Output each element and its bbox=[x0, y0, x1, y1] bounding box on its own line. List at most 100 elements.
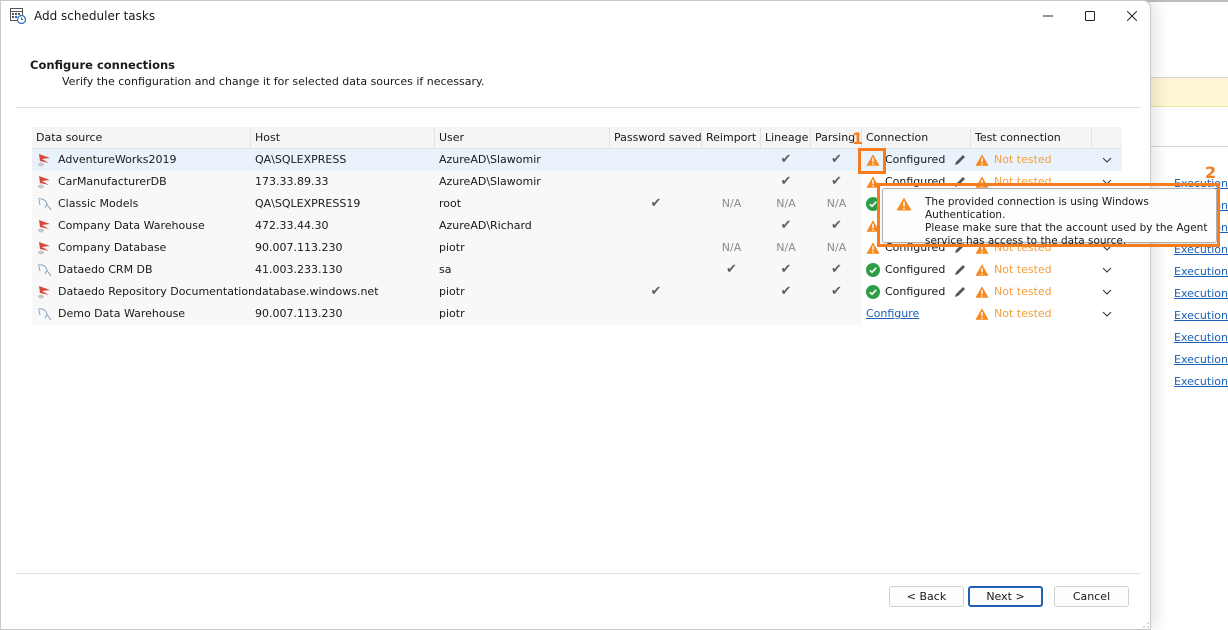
user-value: AzureAD\Slawomir bbox=[439, 153, 541, 166]
col-expand-header[interactable] bbox=[1092, 127, 1122, 149]
table-row[interactable]: Dataedo Repository Documentation database… bbox=[32, 281, 1122, 303]
resize-grip-icon[interactable] bbox=[1142, 621, 1150, 629]
lineage-value: N/A bbox=[776, 197, 796, 210]
background-executions-link[interactable]: Executions bbox=[1174, 353, 1228, 366]
data-source-cell: Demo Data Warehouse bbox=[32, 303, 251, 325]
password-saved-cell bbox=[610, 171, 702, 193]
table-row[interactable]: AdventureWorks2019 QA\SQLEXPRESS AzureAD\S… bbox=[32, 149, 1122, 171]
data-source-cell: AdventureWorks2019 bbox=[32, 149, 251, 171]
cancel-button[interactable]: Cancel bbox=[1054, 586, 1129, 607]
parsing-cell: ✔ bbox=[811, 149, 862, 171]
col-reimport-header[interactable]: Reimport bbox=[702, 127, 761, 149]
parsing-value: ✔ bbox=[831, 284, 842, 299]
connection-cell: Configure bbox=[862, 303, 971, 325]
background-executions-link[interactable]: Executions bbox=[1174, 375, 1228, 388]
success-check-icon bbox=[866, 263, 880, 277]
next-button[interactable]: Next > bbox=[968, 586, 1043, 607]
test-warning-icon bbox=[975, 154, 989, 166]
host-value: 90.007.113.230 bbox=[255, 307, 343, 320]
host-value: 173.33.89.33 bbox=[255, 175, 329, 188]
lineage-value: ✔ bbox=[780, 174, 792, 189]
user-value: sa bbox=[439, 263, 452, 276]
close-button[interactable] bbox=[1109, 1, 1155, 31]
sql-server-icon bbox=[38, 176, 50, 189]
host-cell: 90.007.113.230 bbox=[251, 303, 435, 325]
page-heading: Configure connections bbox=[30, 58, 176, 72]
reimport-cell bbox=[702, 303, 761, 325]
parsing-cell: N/A bbox=[811, 237, 862, 259]
table-row[interactable]: Dataedo CRM DB 41.003.233.130 sa ✔ ✔ ✔ Configu… bbox=[32, 259, 1122, 281]
table-row[interactable]: Demo Data Warehouse 90.007.113.230 piotr Co… bbox=[32, 303, 1122, 325]
background-executions-link[interactable]: Executions bbox=[1174, 287, 1228, 300]
host-cell: QA\SQLEXPRESS bbox=[251, 149, 435, 171]
reimport-cell: ✔ bbox=[702, 259, 761, 281]
reimport-cell: N/A bbox=[702, 193, 761, 215]
data-source-name: Dataedo CRM DB bbox=[58, 263, 153, 276]
test-connection-status: Not tested bbox=[994, 263, 1052, 276]
col-user-header[interactable]: User bbox=[435, 127, 610, 149]
test-warning-icon bbox=[975, 264, 989, 276]
background-executions-link[interactable]: Executions bbox=[1174, 331, 1228, 344]
parsing-value: N/A bbox=[826, 241, 847, 254]
host-cell: database.windows.net bbox=[251, 281, 435, 303]
connection-status-text: Configured bbox=[885, 153, 946, 166]
chevron-down-icon[interactable] bbox=[1102, 287, 1112, 297]
parsing-value: ✔ bbox=[831, 174, 842, 189]
mysql-icon bbox=[37, 198, 52, 211]
lineage-cell: N/A bbox=[761, 237, 811, 259]
annotation-box-1 bbox=[858, 148, 886, 174]
password-saved-cell bbox=[610, 237, 702, 259]
chevron-down-icon[interactable] bbox=[1102, 309, 1112, 319]
minimize-icon bbox=[1043, 15, 1053, 17]
scheduler-calendar-icon bbox=[10, 8, 26, 24]
password-saved-cell: ✔ bbox=[610, 281, 702, 303]
expand-cell bbox=[1092, 281, 1122, 303]
col-host-header[interactable]: Host bbox=[251, 127, 435, 149]
chevron-down-icon[interactable] bbox=[1102, 155, 1112, 165]
edit-connection-pencil-icon[interactable] bbox=[953, 263, 967, 277]
col-lineage-header[interactable]: Lineage bbox=[761, 127, 811, 149]
test-connection-cell: Not tested bbox=[971, 149, 1092, 171]
sql-server-icon bbox=[38, 154, 50, 167]
data-source-name: CarManufacturerDB bbox=[58, 175, 167, 188]
user-value: piotr bbox=[439, 307, 465, 320]
host-cell: 90.007.113.230 bbox=[251, 237, 435, 259]
reimport-cell bbox=[702, 215, 761, 237]
user-value: AzureAD\Slawomir bbox=[439, 175, 541, 188]
lineage-cell: ✔ bbox=[761, 215, 811, 237]
back-button[interactable]: < Back bbox=[889, 586, 964, 607]
user-cell: AzureAD\Richard bbox=[435, 215, 610, 237]
parsing-value: ✔ bbox=[831, 218, 842, 233]
password-saved-value: ✔ bbox=[650, 196, 662, 211]
expand-cell bbox=[1092, 149, 1122, 171]
data-source-name: Company Database bbox=[58, 241, 167, 254]
page-subheading: Verify the configuration and change it f… bbox=[62, 75, 485, 88]
parsing-cell: ✔ bbox=[811, 171, 862, 193]
user-cell: piotr bbox=[435, 237, 610, 259]
background-executions-link[interactable]: Executions bbox=[1174, 309, 1228, 322]
background-executions-link[interactable]: Executions bbox=[1174, 265, 1228, 278]
configure-connection-link[interactable]: Configure bbox=[866, 303, 919, 325]
minimize-button[interactable] bbox=[1025, 1, 1071, 31]
sql-server-icon bbox=[38, 242, 50, 255]
col-password-saved-header[interactable]: Password saved bbox=[610, 127, 702, 149]
user-cell: piotr bbox=[435, 303, 610, 325]
success-check-icon bbox=[866, 285, 880, 299]
connection-cell: Configured bbox=[862, 281, 971, 303]
password-saved-cell bbox=[610, 149, 702, 171]
connection-status-text: Configured bbox=[885, 285, 946, 298]
edit-connection-pencil-icon[interactable] bbox=[953, 153, 967, 167]
lineage-cell bbox=[761, 303, 811, 325]
chevron-down-icon[interactable] bbox=[1102, 265, 1112, 275]
col-data-source-header[interactable]: Data source bbox=[32, 127, 251, 149]
col-connection-header[interactable]: Connection bbox=[862, 127, 971, 149]
host-value: 90.007.113.230 bbox=[255, 241, 343, 254]
maximize-button[interactable] bbox=[1067, 1, 1113, 31]
host-cell: QA\SQLEXPRESS19 bbox=[251, 193, 435, 215]
host-value: 472.33.44.30 bbox=[255, 219, 329, 232]
edit-connection-pencil-icon[interactable] bbox=[953, 285, 967, 299]
col-test-connection-header[interactable]: Test connection bbox=[971, 127, 1092, 149]
data-source-cell: Classic Models bbox=[32, 193, 251, 215]
user-cell: AzureAD\Slawomir bbox=[435, 149, 610, 171]
data-source-name: Classic Models bbox=[58, 197, 139, 210]
